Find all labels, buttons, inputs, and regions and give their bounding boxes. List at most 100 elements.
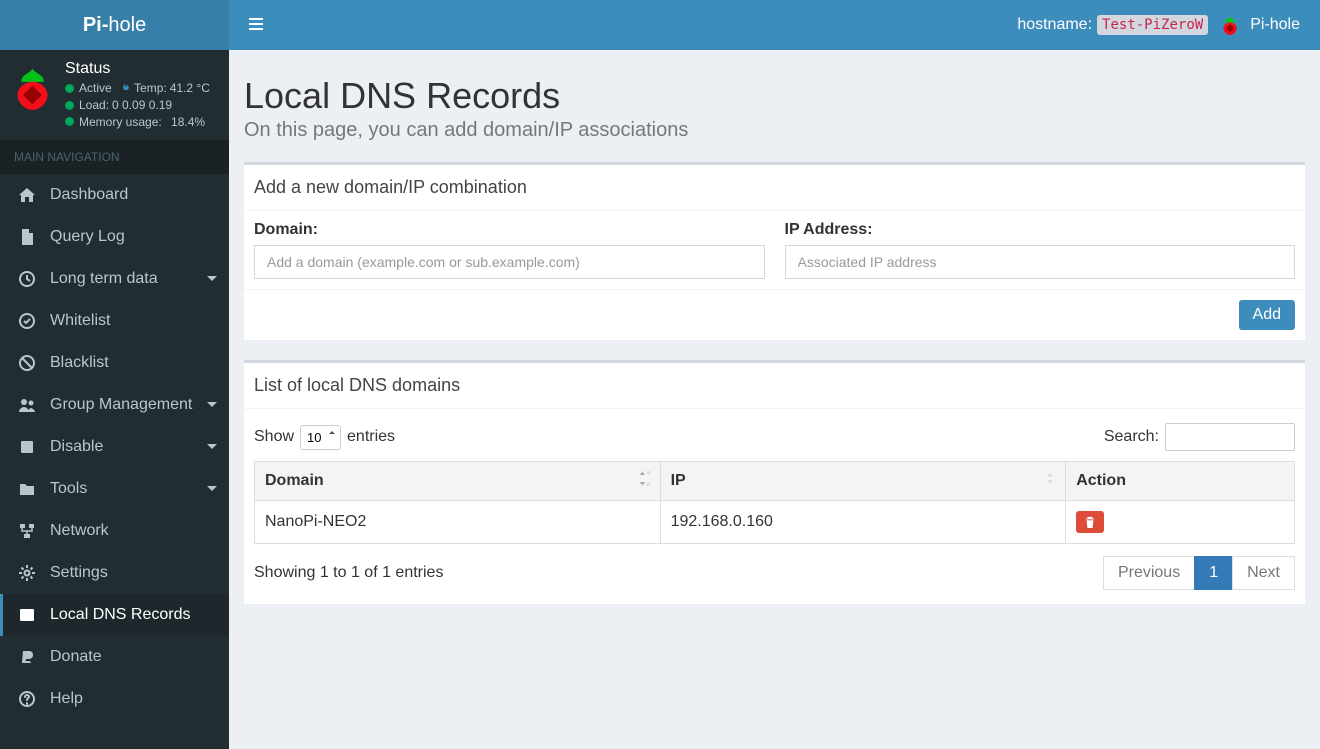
box-add-domain: Add a new domain/IP combination Domain: … xyxy=(244,162,1305,340)
length-select[interactable]: 10 xyxy=(300,425,341,450)
status-block: Status Active Temp: 41.2 °C Load: 0 0.09… xyxy=(65,60,219,130)
col-action-label: Action xyxy=(1076,472,1126,489)
table-info: Showing 1 to 1 of 1 entries xyxy=(254,564,443,582)
sidebar-item-disable[interactable]: Disable xyxy=(0,426,229,468)
length-post: entries xyxy=(347,428,395,446)
clock-icon xyxy=(18,271,36,287)
sidebar-toggle[interactable] xyxy=(239,12,273,39)
box-list-domains: List of local DNS domains Show 10 entrie… xyxy=(244,360,1305,604)
col-domain-label: Domain xyxy=(265,472,324,489)
network-icon xyxy=(18,523,36,539)
dns-table: Domain IP Action NanoPi-NEO2192.168.0.16… xyxy=(254,461,1295,544)
sidebar-item-label: Whitelist xyxy=(50,312,110,330)
box-add-title: Add a new domain/IP combination xyxy=(244,165,1305,211)
sidebar-item-groups[interactable]: Group Management xyxy=(0,384,229,426)
status-mem-value: 18.4% xyxy=(171,114,205,131)
ip-input[interactable] xyxy=(785,245,1296,279)
sidebar-item-donate[interactable]: Donate xyxy=(0,636,229,678)
sidebar-item-querylog[interactable]: Query Log xyxy=(0,216,229,258)
address-icon xyxy=(18,607,36,623)
status-title: Status xyxy=(65,60,219,78)
col-action: Action xyxy=(1066,462,1295,501)
hostname-value: Test-PiZeroW xyxy=(1097,15,1208,35)
sidebar-item-network[interactable]: Network xyxy=(0,510,229,552)
sidebar-item-label: Disable xyxy=(50,438,103,456)
status-temp-value: 41.2 °C xyxy=(170,80,210,97)
page-title: Local DNS Records xyxy=(244,75,1305,117)
sidebar-item-label: Tools xyxy=(50,480,87,498)
search-label: Search: xyxy=(1104,428,1159,446)
home-icon xyxy=(18,187,36,203)
delete-button[interactable] xyxy=(1076,511,1104,533)
sidebar-item-help[interactable]: Help xyxy=(0,678,229,720)
search-input[interactable] xyxy=(1165,423,1295,451)
question-icon xyxy=(18,691,36,707)
app-logo[interactable]: Pi-hole xyxy=(0,0,229,50)
sort-icon xyxy=(638,472,652,491)
brand-hole: hole xyxy=(108,14,146,36)
users-icon xyxy=(18,397,36,413)
sidebar-item-label: Settings xyxy=(50,564,108,582)
sidebar-item-blacklist[interactable]: Blacklist xyxy=(0,342,229,384)
sidebar-item-label: Group Management xyxy=(50,396,192,414)
domain-label: Domain: xyxy=(254,221,765,239)
page-prev[interactable]: Previous xyxy=(1103,556,1195,590)
hostname-label: hostname: xyxy=(1017,16,1092,34)
status-mem-label: Memory usage: xyxy=(79,114,162,131)
cell-action xyxy=(1066,501,1295,544)
pihole-icon xyxy=(1220,13,1240,37)
status-load-label: Load: xyxy=(79,97,109,114)
col-ip-label: IP xyxy=(671,472,686,489)
pihole-icon xyxy=(10,60,55,115)
fire-icon xyxy=(121,83,131,93)
sidebar-item-settings[interactable]: Settings xyxy=(0,552,229,594)
col-domain[interactable]: Domain xyxy=(255,462,661,501)
page-1[interactable]: 1 xyxy=(1194,556,1233,590)
file-icon xyxy=(18,229,36,245)
ip-label: IP Address: xyxy=(785,221,1296,239)
stop-icon xyxy=(18,439,36,455)
sidebar-item-label: Local DNS Records xyxy=(50,606,191,624)
sidebar-item-tools[interactable]: Tools xyxy=(0,468,229,510)
status-dot-icon xyxy=(65,84,74,93)
chevron-down-icon xyxy=(207,480,217,498)
brand-pi: Pi- xyxy=(83,14,109,36)
content: Local DNS Records On this page, you can … xyxy=(229,50,1320,749)
pagination: Previous 1 Next xyxy=(1104,556,1295,590)
sidebar-item-label: Dashboard xyxy=(50,186,128,204)
top-brand-link[interactable]: Pi-hole xyxy=(1220,13,1300,37)
table-row: NanoPi-NEO2192.168.0.160 xyxy=(255,501,1295,544)
sidebar-item-whitelist[interactable]: Whitelist xyxy=(0,300,229,342)
check-icon xyxy=(18,313,36,329)
brand-name: Pi-hole xyxy=(1250,16,1300,34)
sidebar-item-dashboard[interactable]: Dashboard xyxy=(0,174,229,216)
sidebar-item-label: Long term data xyxy=(50,270,158,288)
col-ip[interactable]: IP xyxy=(660,462,1066,501)
domain-input[interactable] xyxy=(254,245,765,279)
cell-ip: 192.168.0.160 xyxy=(660,501,1066,544)
chevron-down-icon xyxy=(207,396,217,414)
status-load-value: 0 0.09 0.19 xyxy=(112,97,172,114)
paypal-icon xyxy=(18,649,36,665)
folder-icon xyxy=(18,481,36,497)
sidebar-item-longterm[interactable]: Long term data xyxy=(0,258,229,300)
status-active: Active xyxy=(79,80,112,97)
sidebar-item-localdns[interactable]: Local DNS Records xyxy=(0,594,229,636)
status-dot-icon xyxy=(65,101,74,110)
sidebar-item-label: Network xyxy=(50,522,109,540)
box-list-title: List of local DNS domains xyxy=(244,363,1305,409)
cell-domain: NanoPi-NEO2 xyxy=(255,501,661,544)
chevron-down-icon xyxy=(207,438,217,456)
sidebar-logo xyxy=(10,60,55,130)
sidebar-item-label: Blacklist xyxy=(50,354,109,372)
page-next[interactable]: Next xyxy=(1232,556,1295,590)
sort-icon xyxy=(1043,472,1057,491)
nav-header: MAIN NAVIGATION xyxy=(0,140,229,174)
bars-icon xyxy=(249,17,263,31)
sidebar-item-label: Query Log xyxy=(50,228,125,246)
cog-icon xyxy=(18,565,36,581)
ban-icon xyxy=(18,355,36,371)
add-button[interactable]: Add xyxy=(1239,300,1295,330)
status-temp-label: Temp: xyxy=(134,80,167,97)
sidebar: Status Active Temp: 41.2 °C Load: 0 0.09… xyxy=(0,50,229,749)
